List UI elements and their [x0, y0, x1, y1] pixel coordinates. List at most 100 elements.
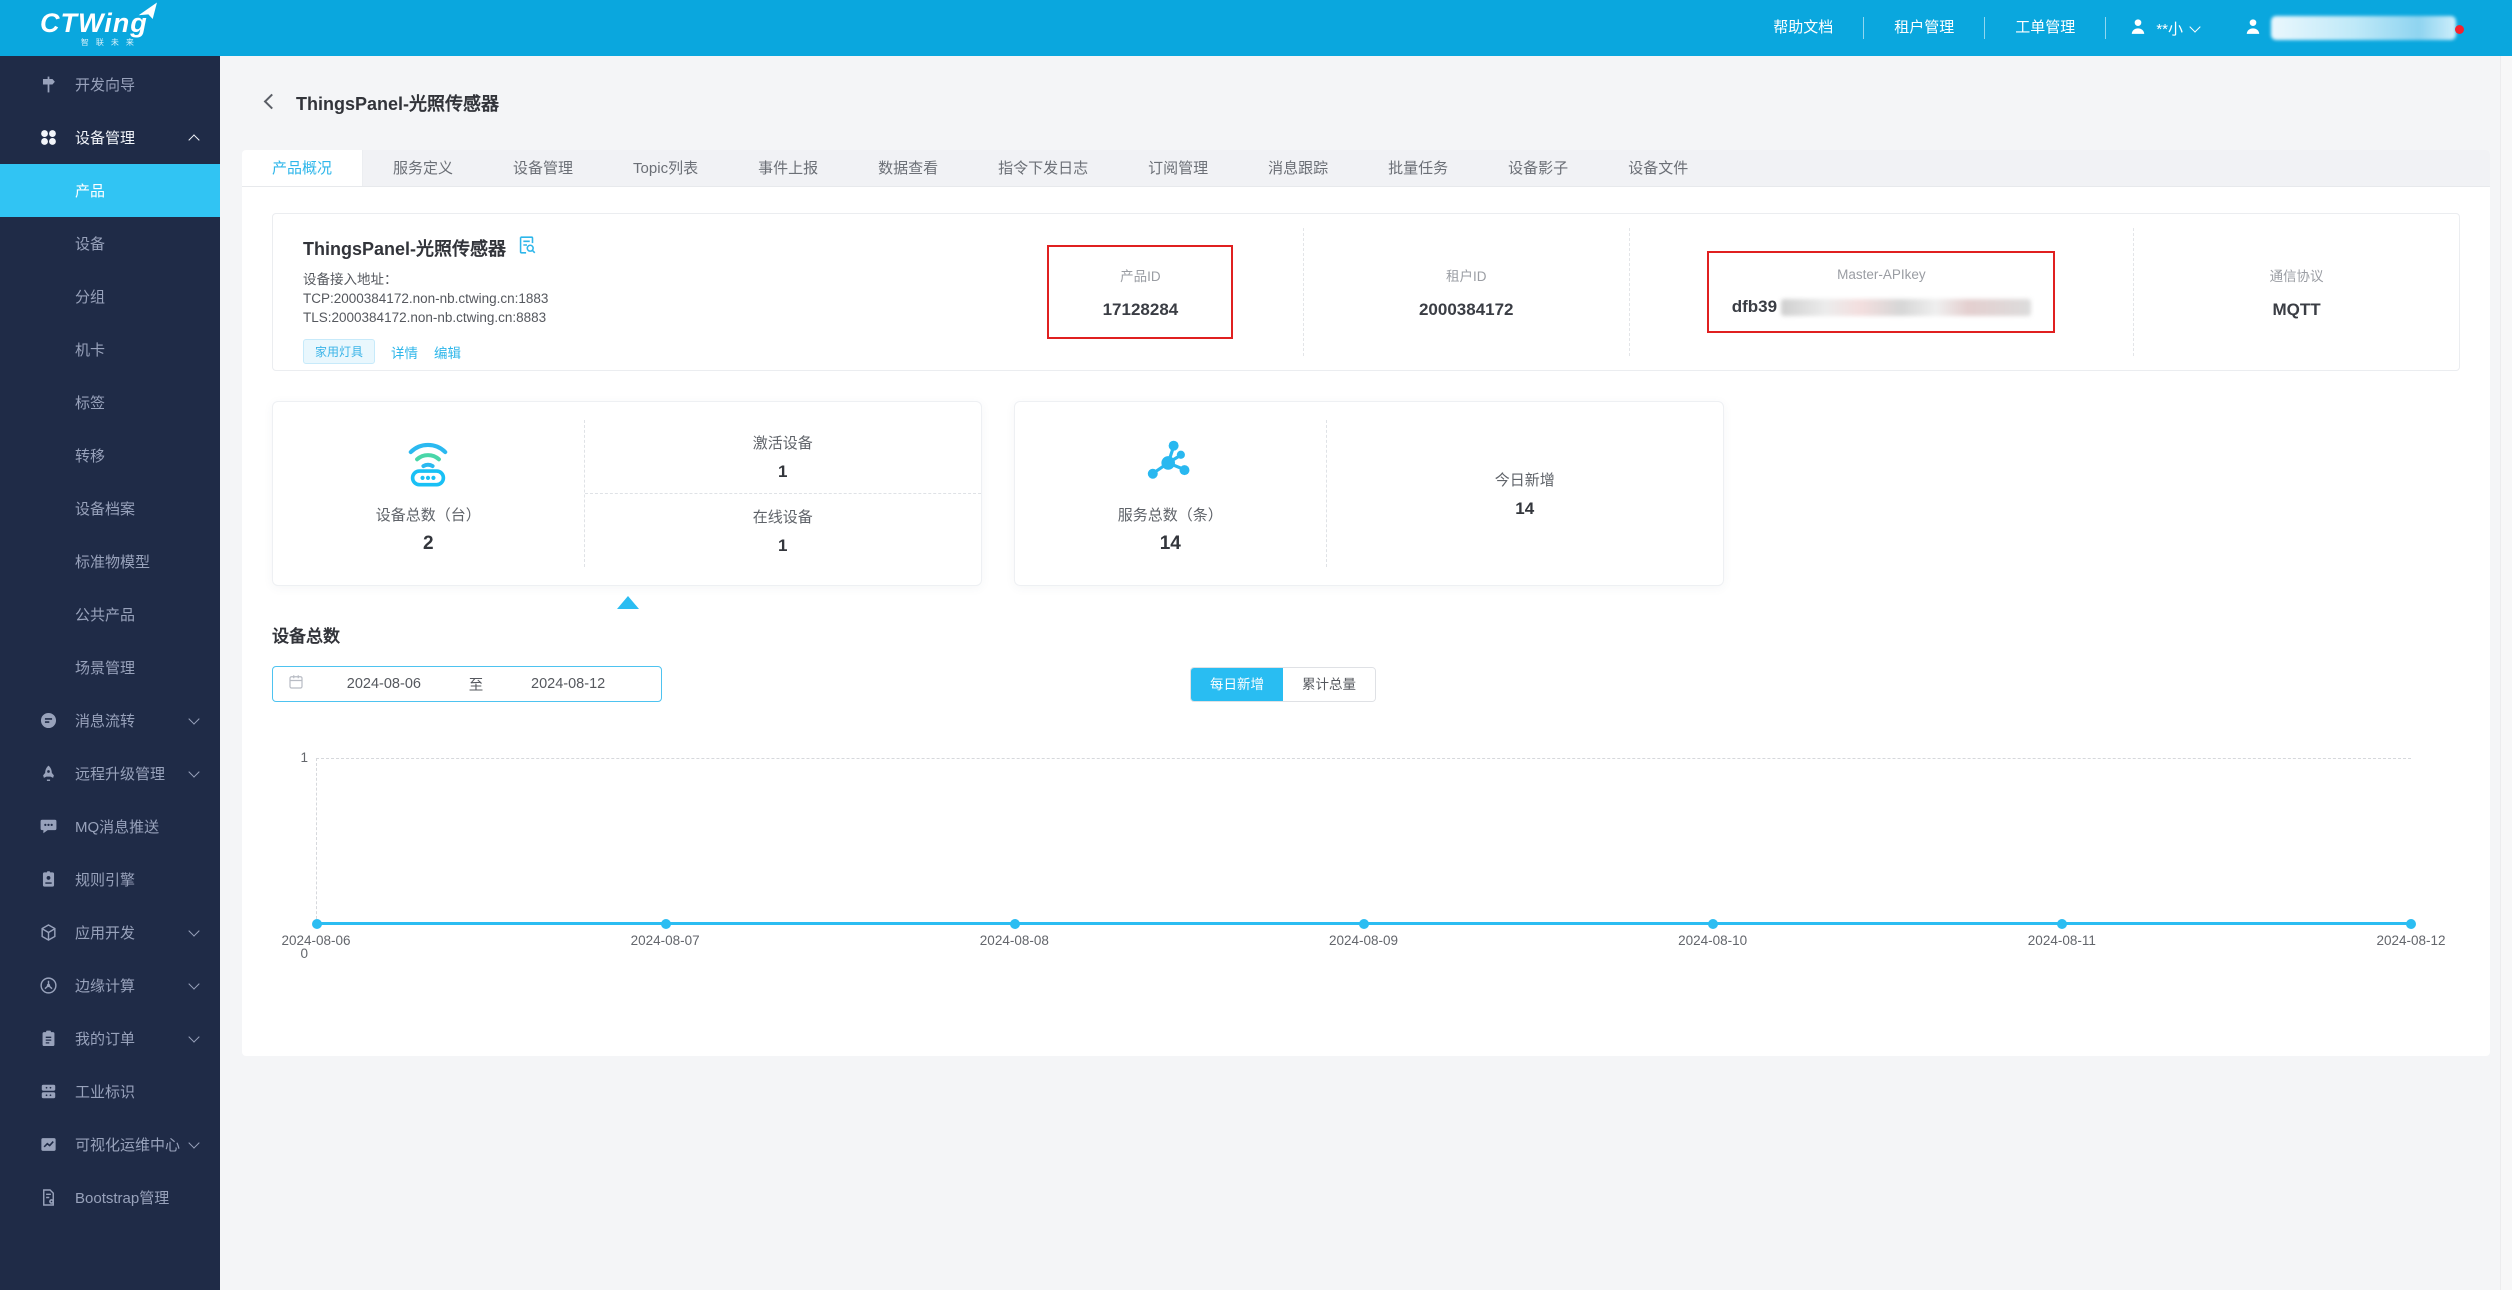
chart-mode-toggle: 每日新增 累计总量	[1190, 667, 1376, 702]
sidebar-item-label: 规则引擎	[75, 872, 136, 889]
sidebar-item-remote-upgrade[interactable]: 远程升级管理	[0, 747, 220, 800]
sidebar-menu: 开发向导 设备管理 产品 设备 分组 机卡 标签 转移 设备档案 标准物模型 公共产品 场景管理消息流…	[0, 56, 220, 1224]
breadcrumb-row: ThingsPanel-光照传感器	[220, 56, 2512, 150]
stat-sub-label: 激活设备	[752, 434, 813, 452]
product-field-1: 租户ID 2000384172	[1302, 228, 1629, 356]
user-menu[interactable]: **小	[2105, 17, 2221, 39]
top-header: CTWing 智联未来 帮助文档 租户管理 工单管理 **小	[0, 0, 2512, 56]
stat-sub-value: 1	[778, 461, 788, 481]
tab-6[interactable]: 指令下发日志	[968, 150, 1118, 186]
x-axis-label: 2024-08-12	[2376, 933, 2446, 948]
data-point	[2406, 918, 2416, 929]
signpost-icon	[38, 75, 58, 95]
sidebar-item-industrial-id[interactable]: 工业标识	[0, 1065, 220, 1118]
stat-sub-0: 今日新增 14	[1327, 420, 1723, 567]
chat-bubble-icon	[38, 817, 58, 837]
tab-8[interactable]: 消息跟踪	[1238, 150, 1358, 186]
x-axis-label: 2024-08-10	[1678, 933, 1748, 948]
field-value-text: dfb39	[1731, 297, 1778, 316]
field-value: MQTT	[2272, 300, 2320, 320]
sidebar-subitem-device-mgmt-3[interactable]: 机卡	[0, 323, 220, 376]
sidebar-subitem-device-mgmt-2[interactable]: 分组	[0, 270, 220, 323]
redacted-value	[1781, 298, 2032, 316]
product-field-0: 产品ID 17128284	[978, 228, 1303, 356]
tab-7[interactable]: 订阅管理	[1118, 150, 1238, 186]
sidebar-subitem-device-mgmt-7[interactable]: 标准物模型	[0, 535, 220, 588]
line-chart-icon	[38, 1135, 58, 1155]
id-badge-icon	[38, 870, 58, 890]
app-root: CTWing 智联未来 帮助文档 租户管理 工单管理 **小 开发向导 设备管理 产品设…	[0, 0, 2512, 1290]
compass-icon	[38, 976, 58, 996]
sidebar-item-mq-push[interactable]: MQ消息推送	[0, 800, 220, 853]
toggle-1[interactable]: 累计总量	[1283, 668, 1375, 701]
tab-11[interactable]: 设备文件	[1598, 150, 1718, 186]
user-area: **小	[2105, 0, 2478, 56]
sidebar-subitem-device-mgmt-4[interactable]: 标签	[0, 376, 220, 429]
stat-card-subs: 激活设备 1 在线设备 1	[584, 402, 981, 585]
sidebar-subitem-device-mgmt-5[interactable]: 转移	[0, 429, 220, 482]
chevron-down-icon	[188, 978, 200, 990]
sidebar-item-app-dev[interactable]: 应用开发	[0, 906, 220, 959]
sidebar-item-dev-guide[interactable]: 开发向导	[0, 58, 220, 111]
x-axis-label: 2024-08-08	[979, 933, 1049, 948]
stat-card-main: 服务总数（条） 14	[1015, 420, 1327, 567]
detail-link[interactable]: 详情	[391, 342, 418, 362]
plot-area	[312, 758, 2416, 929]
back-button[interactable]	[258, 90, 284, 116]
tab-9[interactable]: 批量任务	[1358, 150, 1478, 186]
tab-1[interactable]: 服务定义	[363, 150, 483, 186]
stat-label: 设备总数（台）	[375, 506, 481, 524]
sidebar-item-visual-ops[interactable]: 可视化运维中心	[0, 1118, 220, 1171]
tab-0[interactable]: 产品概况	[242, 150, 364, 186]
sidebar-subitem-device-mgmt-1[interactable]: 设备	[0, 217, 220, 270]
doc-gear-icon	[38, 1188, 58, 1208]
stat-sub-0: 激活设备 1	[585, 420, 981, 493]
sidebar-item-bootstrap[interactable]: Bootstrap管理	[0, 1171, 220, 1224]
sidebar-subitem-device-mgmt-9[interactable]: 场景管理	[0, 641, 220, 694]
sidebar-item-label: 边缘计算	[75, 978, 136, 995]
tab-2[interactable]: 设备管理	[483, 150, 603, 186]
product-info-block: ThingsPanel-光照传感器 设备接入地址： TCP:2000384172…	[273, 214, 978, 370]
tab-3[interactable]: Topic列表	[603, 150, 728, 186]
sidebar-subitem-device-mgmt-0[interactable]: 产品	[0, 164, 220, 217]
brand-logo[interactable]: CTWing 智联未来	[40, 2, 157, 48]
stat-value: 2	[422, 532, 434, 554]
sidebar-item-edge-computing[interactable]: 边缘计算	[0, 959, 220, 1012]
sidebar-item-label: Bootstrap管理	[75, 1190, 170, 1207]
field-label: 通信协议	[2269, 268, 2324, 284]
nav-item-0[interactable]: 帮助文档	[1743, 17, 1863, 39]
product-detail-doc-icon[interactable]	[516, 234, 538, 261]
sidebar-subitem-device-mgmt-8[interactable]: 公共产品	[0, 588, 220, 641]
x-axis-labels: 2024-08-06 2024-08-07 2024-08-08 2024-08-09…	[281, 933, 2445, 953]
scrollbar[interactable]	[2500, 56, 2512, 1290]
sidebar-item-device-mgmt[interactable]: 设备管理	[0, 111, 220, 164]
account-menu[interactable]	[2221, 16, 2478, 41]
user-icon	[2128, 16, 2148, 41]
sidebar: 开发向导 设备管理 产品 设备 分组 机卡 标签 转移 设备档案 标准物模型 公共产品 场景管理消息流…	[0, 56, 220, 1290]
stat-card-1: 服务总数（条） 14 今日新增 14	[1014, 401, 1724, 586]
sidebar-item-label: 消息流转	[75, 713, 136, 730]
tab-4[interactable]: 事件上报	[728, 150, 848, 186]
sidebar-item-rule-engine[interactable]: 规则引擎	[0, 853, 220, 906]
date-range-picker[interactable]: 2024-08-06 至 2024-08-12	[272, 666, 662, 702]
sidebar-subitem-device-mgmt-6[interactable]: 设备档案	[0, 482, 220, 535]
tab-5[interactable]: 数据查看	[848, 150, 968, 186]
nav-item-1[interactable]: 租户管理	[1863, 17, 1984, 39]
sidebar-item-message-flow[interactable]: 消息流转	[0, 694, 220, 747]
device-total-chart: 1 0 2024-08-06 2024-08-07 2024-08-08 2024-0…	[272, 750, 2460, 961]
nav-item-2[interactable]: 工单管理	[1984, 17, 2105, 39]
panel-body: ThingsPanel-光照传感器 设备接入地址： TCP:2000384172…	[242, 187, 2490, 979]
calendar-icon	[287, 673, 305, 696]
stat-value: 14	[1159, 532, 1181, 554]
chevron-down-icon	[188, 925, 200, 937]
toggle-0[interactable]: 每日新增	[1191, 668, 1283, 701]
chart-controls: 2024-08-06 至 2024-08-12 每日新增 累计总量	[272, 666, 2460, 704]
grid-icon	[38, 128, 58, 148]
message-coin-icon	[38, 711, 58, 731]
sidebar-item-my-orders[interactable]: 我的订单	[0, 1012, 220, 1065]
clipboard-icon	[38, 1029, 58, 1049]
edit-link[interactable]: 编辑	[434, 342, 461, 362]
tab-10[interactable]: 设备影子	[1478, 150, 1598, 186]
sidebar-item-label: 我的订单	[75, 1031, 136, 1048]
field-label: 产品ID	[1120, 268, 1161, 284]
